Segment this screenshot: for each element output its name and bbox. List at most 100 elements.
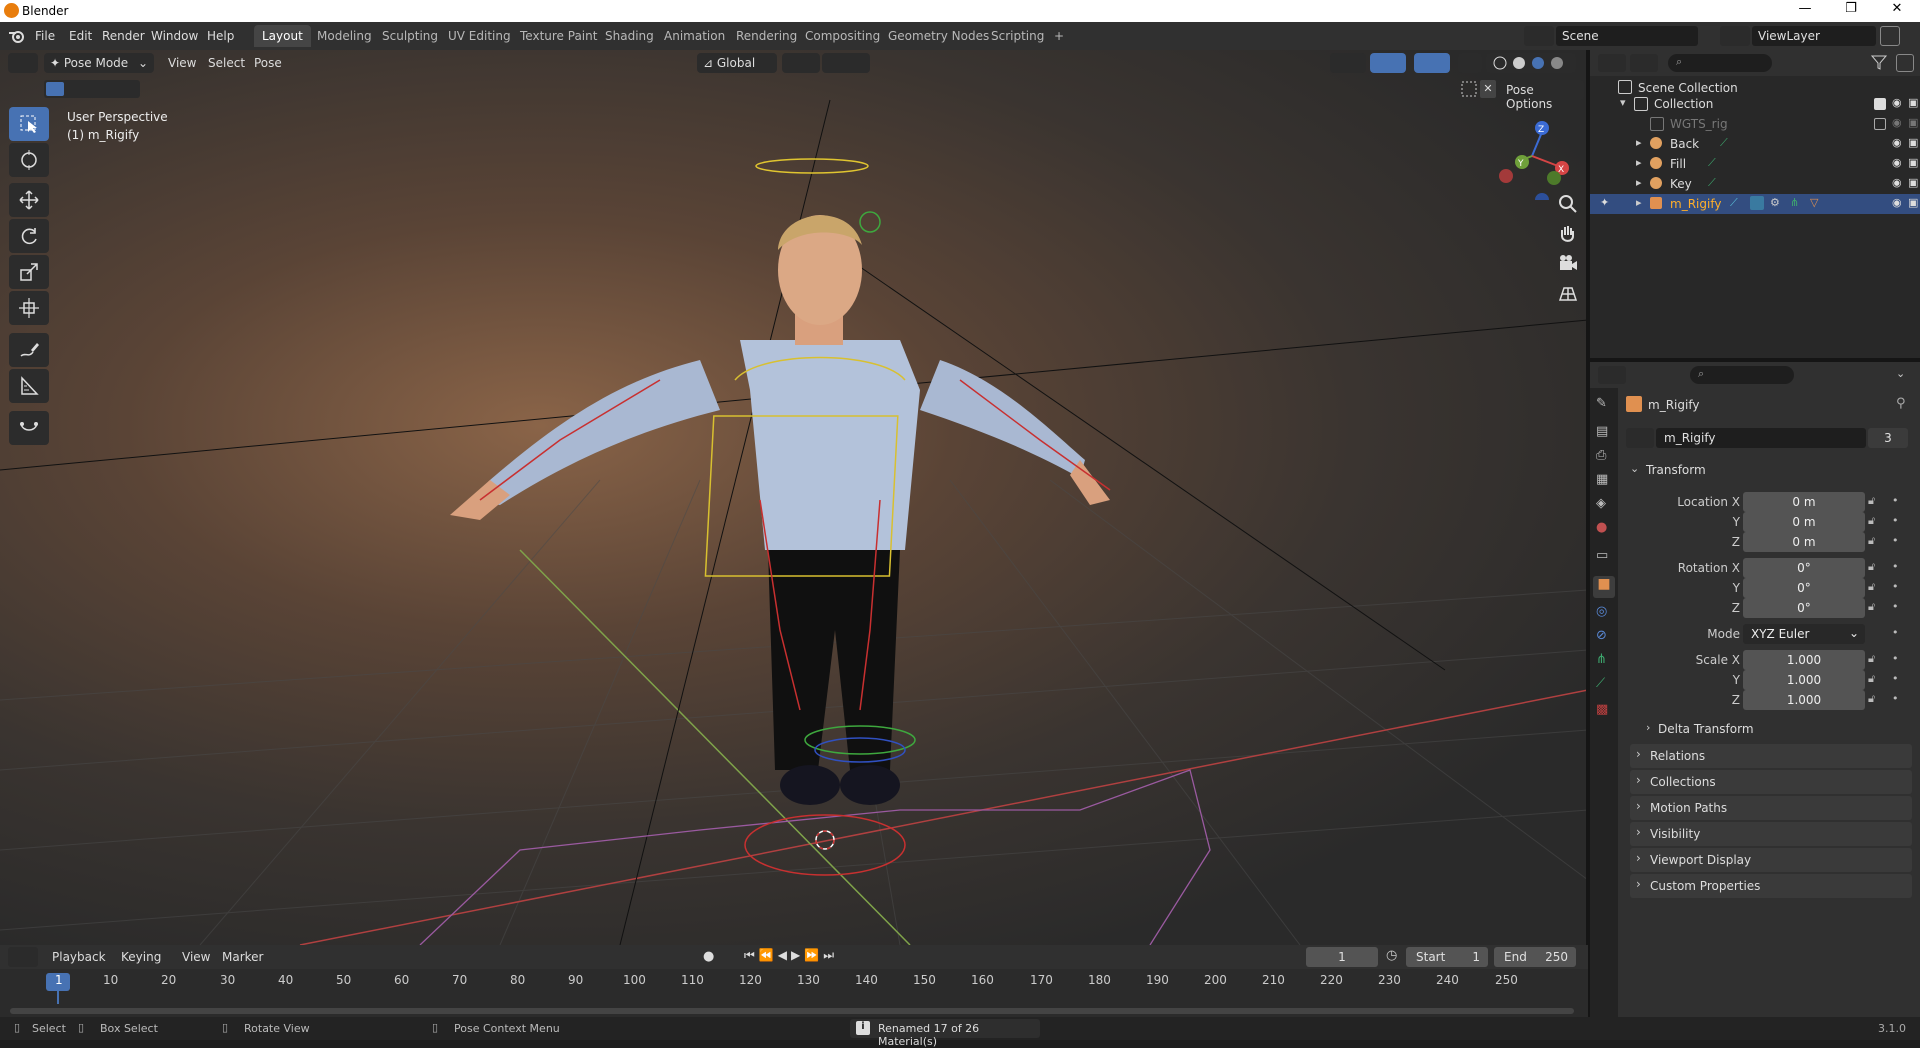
rotation-mode-dropdown[interactable]: XYZ Euler ⌄ <box>1743 624 1865 644</box>
output-properties-icon[interactable]: ⎙ <box>1596 448 1612 464</box>
visibility-filter-icon[interactable] <box>1330 53 1366 73</box>
blender-menu-icon[interactable] <box>8 28 26 44</box>
select-mode-buttons[interactable] <box>44 80 140 98</box>
expand-arrow-icon[interactable]: ▸ <box>1636 176 1642 189</box>
tab-uv-editing[interactable]: UV Editing <box>440 25 519 47</box>
bone-envelope-tool[interactable] <box>9 411 49 445</box>
expand-arrow-icon[interactable]: ▸ <box>1636 136 1642 149</box>
keyframe-dot-icon[interactable]: • <box>1892 626 1899 639</box>
modifier-icon[interactable]: ▽ <box>1810 196 1818 209</box>
object-constraints-icon[interactable]: ⊘ <box>1596 628 1612 644</box>
light-data-icon[interactable]: ⟋ <box>1708 176 1716 190</box>
overlay-toggle-icon[interactable] <box>1414 53 1450 73</box>
eye-icon[interactable]: ◉ <box>1892 196 1902 209</box>
outliner-row-back[interactable]: ▸ Back ⟋ ◉ ▣ <box>1590 134 1920 154</box>
jump-keyframe-back-icon[interactable]: ⏪ <box>759 948 778 962</box>
tab-layout[interactable]: Layout <box>254 25 311 47</box>
datablock-browse-icon[interactable] <box>1626 428 1654 448</box>
playback-controls[interactable]: ⏮⏪◀▶⏩⏭ <box>744 948 864 966</box>
transform-panel-header[interactable]: ⌄ Transform <box>1622 458 1912 482</box>
panel-collections[interactable]: › Collections <box>1630 770 1912 794</box>
panel-viewport-display[interactable]: › Viewport Display <box>1630 848 1912 872</box>
menu-window[interactable]: Window <box>151 29 198 43</box>
menu-playback[interactable]: Playback <box>52 950 106 964</box>
minimize-button[interactable]: — <box>1782 1 1828 21</box>
tab-shading[interactable]: Shading <box>597 25 662 47</box>
physics-properties-icon[interactable]: ◎ <box>1596 604 1612 620</box>
menu-pose[interactable]: Pose <box>254 56 282 70</box>
bone-icon[interactable]: ⋔ <box>1790 196 1799 209</box>
eye-icon[interactable]: ◉ <box>1892 156 1902 169</box>
end-frame-field[interactable]: End 250 <box>1494 947 1576 967</box>
camera-icon[interactable]: ▣ <box>1908 156 1918 169</box>
lock-icon[interactable]: 🔓︎ <box>1868 692 1875 706</box>
pivot-point-icon[interactable] <box>782 53 820 73</box>
tab-texture-paint[interactable]: Texture Paint <box>512 25 605 47</box>
viewlayer-type-icon[interactable] <box>1720 26 1750 46</box>
collection-checkbox[interactable] <box>1874 98 1886 110</box>
timeline-scrollbar[interactable] <box>10 1008 1574 1014</box>
menu-view[interactable]: View <box>168 56 196 70</box>
annotate-tool[interactable] <box>9 333 49 367</box>
maximize-button[interactable]: ❐ <box>1828 1 1874 21</box>
outliner-search-input[interactable]: ⌕ <box>1668 54 1772 72</box>
lock-icon[interactable]: 🔓︎ <box>1868 514 1875 528</box>
chevron-down-icon[interactable]: ⌄ <box>1896 367 1905 380</box>
add-workspace-button[interactable]: + <box>1046 25 1072 47</box>
jump-end-icon[interactable]: ⏭ <box>823 948 838 962</box>
menu-edit[interactable]: Edit <box>69 29 92 43</box>
gizmo-toggle-icon[interactable] <box>1370 53 1406 73</box>
pin-icon[interactable]: ⚲ <box>1896 396 1906 411</box>
panel-custom-properties[interactable]: › Custom Properties <box>1630 874 1912 898</box>
tab-scripting[interactable]: Scripting <box>983 25 1052 47</box>
scale-x-field[interactable]: 1.000 <box>1743 650 1865 670</box>
select-new-icon[interactable] <box>46 82 64 96</box>
view-layer-icon[interactable]: ▦ <box>1596 472 1612 488</box>
scene-type-icon[interactable] <box>1524 26 1554 46</box>
jump-start-icon[interactable]: ⏮ <box>744 948 759 962</box>
menu-keying[interactable]: Keying <box>121 950 161 964</box>
tab-compositing[interactable]: Compositing <box>797 25 888 47</box>
close-small-icon[interactable]: ✕ <box>1480 80 1496 98</box>
scale-y-field[interactable]: 1.000 <box>1743 670 1865 690</box>
menu-marker[interactable]: Marker <box>222 950 263 964</box>
panel-motion-paths[interactable]: › Motion Paths <box>1630 796 1912 820</box>
outliner-row-collection[interactable]: ▾ Collection ◉ ▣ <box>1590 94 1920 114</box>
tool-settings-icon[interactable]: ✎ <box>1596 396 1612 412</box>
outliner-editor-type-icon[interactable] <box>1598 54 1626 72</box>
menu-render[interactable]: Render <box>102 29 145 43</box>
menu-view[interactable]: View <box>182 950 210 964</box>
tab-sculpting[interactable]: Sculpting <box>374 25 446 47</box>
keyframe-dot-icon[interactable]: • <box>1892 692 1899 705</box>
tab-animation[interactable]: Animation <box>656 25 733 47</box>
outliner-row-fill[interactable]: ▸ Fill ⟋ ◉ ▣ <box>1590 154 1920 174</box>
keyframe-dot-icon[interactable]: • <box>1892 652 1899 665</box>
keyframe-dot-icon[interactable]: • <box>1892 494 1899 507</box>
jump-keyframe-forward-icon[interactable]: ⏩ <box>804 948 823 962</box>
frame-ruler[interactable]: 1 10 20 30 40 50 60 70 80 90 100 110 120 130 140 150 160… <box>0 970 1588 990</box>
eye-icon[interactable]: ◉ <box>1892 136 1902 149</box>
camera-icon[interactable]: ▣ <box>1908 136 1918 149</box>
eye-icon[interactable]: ◉ <box>1892 96 1902 109</box>
pan-hand-icon[interactable] <box>1556 222 1580 246</box>
tab-rendering[interactable]: Rendering <box>728 25 805 47</box>
lock-icon[interactable]: 🔓︎ <box>1868 672 1875 686</box>
collection-checkbox[interactable] <box>1874 118 1886 130</box>
xray-toggle-icon[interactable] <box>1458 53 1482 73</box>
close-button[interactable]: ✕ <box>1874 1 1920 21</box>
move-tool[interactable] <box>9 183 49 217</box>
menu-help[interactable]: Help <box>207 29 234 43</box>
menu-file[interactable]: File <box>35 29 55 43</box>
keyframe-dot-icon[interactable]: • <box>1892 600 1899 613</box>
select-box-tool[interactable] <box>9 107 49 141</box>
scale-z-field[interactable]: 1.000 <box>1743 690 1865 710</box>
outliner-row-m-rigify[interactable]: ✦ ▸ m_Rigify ⟋ ⚙ ⋔ ▽ ◉ ▣ <box>1590 194 1920 214</box>
lock-icon[interactable]: 🔓︎ <box>1868 580 1875 594</box>
navigation-gizmo[interactable]: Z Y X <box>1486 110 1576 207</box>
collection-properties-icon[interactable]: ▭ <box>1596 548 1612 564</box>
keyframe-dot-icon[interactable]: • <box>1892 580 1899 593</box>
rotation-y-field[interactable]: 0° <box>1743 578 1865 598</box>
status-report[interactable]: i Renamed 17 of 26 Material(s) <box>850 1019 1040 1048</box>
light-data-icon[interactable]: ⟋ <box>1708 156 1716 170</box>
tab-geometry-nodes[interactable]: Geometry Nodes <box>880 25 997 47</box>
